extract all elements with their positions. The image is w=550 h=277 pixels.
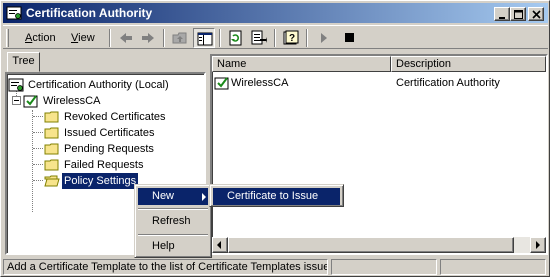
maximize-icon	[514, 10, 523, 19]
forward-icon	[142, 33, 154, 43]
back-icon	[120, 33, 132, 43]
menu-separator	[138, 234, 208, 236]
list-header: Name Description	[212, 56, 546, 72]
submenu: Certificate to Issue	[209, 184, 344, 207]
list-item-description: Certification Authority	[396, 77, 500, 89]
close-icon	[532, 10, 541, 19]
tree-ca-label: WirelessCA	[43, 95, 101, 107]
toolbar-separator	[219, 29, 221, 47]
help-icon: ?	[283, 30, 299, 45]
context-menu-help-label: Help	[152, 240, 175, 252]
context-menu-new-label: New	[152, 190, 175, 202]
show-hide-tree-button[interactable]	[193, 28, 215, 48]
context-menu-refresh-label: Refresh	[152, 215, 191, 227]
scroll-left-icon	[217, 241, 221, 249]
menu-view[interactable]: View	[69, 30, 97, 46]
toolbar-separator	[109, 29, 111, 47]
submenu-item-certificate-to-issue[interactable]: Certificate to Issue	[213, 188, 340, 205]
scroll-right-button[interactable]	[530, 237, 546, 253]
context-menu-item-refresh[interactable]: Refresh	[138, 213, 208, 230]
folder-icon	[44, 141, 60, 157]
stop-service-button[interactable]	[339, 28, 361, 48]
folder-icon	[44, 157, 60, 173]
certification-authority-icon	[6, 5, 22, 21]
tab-tree[interactable]: Tree	[7, 52, 40, 72]
ca-server-check-icon	[23, 93, 39, 109]
toolbar-separator	[306, 29, 308, 47]
tree-root-label: Certification Authority (Local)	[28, 79, 169, 91]
tree-connector	[33, 116, 43, 117]
title-bar[interactable]: Certification Authority	[3, 3, 548, 23]
context-menu: New Refresh Help	[134, 184, 212, 258]
mmc-window: Certification Authority Action View ? Tr…	[0, 0, 550, 277]
submenu-arrow-icon	[202, 193, 206, 201]
toolbar-separator	[274, 29, 276, 47]
tree-folder-label: Pending Requests	[64, 143, 154, 155]
tree-folder-label: Policy Settings	[60, 172, 140, 190]
menu-view-rest: iew	[78, 32, 95, 44]
start-service-button[interactable]	[313, 28, 335, 48]
scroll-left-button[interactable]	[212, 237, 228, 253]
status-panel-3	[440, 259, 546, 275]
up-one-level-button[interactable]	[169, 28, 191, 48]
folder-icon	[44, 109, 60, 125]
tree-connector	[32, 110, 33, 212]
tree-folder-label: Issued Certificates	[64, 127, 155, 139]
export-list-icon	[251, 30, 267, 45]
menu-separator	[138, 208, 208, 210]
refresh-icon	[229, 30, 242, 46]
certification-authority-icon	[8, 77, 24, 93]
close-button[interactable]	[528, 7, 544, 21]
export-list-button[interactable]	[248, 28, 270, 48]
toolbar: Action View ?	[3, 25, 548, 49]
submenu-item-label: Certificate to Issue	[227, 190, 319, 202]
forward-button[interactable]	[137, 28, 159, 48]
up-folder-icon	[172, 32, 187, 44]
folder-icon	[44, 125, 60, 141]
toolbar-grip[interactable]	[6, 29, 9, 47]
menu-action[interactable]: Action	[23, 30, 58, 46]
context-menu-item-help[interactable]: Help	[138, 238, 208, 255]
menu-action-rest: ction	[32, 32, 56, 44]
stop-service-icon	[345, 33, 354, 42]
horizontal-scrollbar[interactable]	[212, 237, 546, 253]
status-panel-2	[331, 259, 437, 275]
column-header-name[interactable]: Name	[212, 56, 391, 72]
ca-server-check-icon	[214, 75, 230, 96]
back-button[interactable]	[115, 28, 137, 48]
scroll-right-icon	[536, 241, 540, 249]
tree-connector	[33, 164, 43, 165]
open-folder-icon	[44, 173, 60, 189]
tree-connector	[33, 180, 43, 181]
tree-folder-label: Failed Requests	[64, 159, 144, 171]
refresh-button[interactable]	[225, 28, 247, 48]
column-header-description[interactable]: Description	[391, 56, 546, 72]
minimize-icon	[499, 17, 505, 19]
list-pane[interactable]: Name Description WirelessCA Certificatio…	[210, 54, 548, 255]
tree-connector	[33, 148, 43, 149]
toolbar-separator	[163, 29, 165, 47]
scrollbar-thumb[interactable]	[228, 237, 514, 253]
tree-folder-label: Revoked Certificates	[64, 111, 166, 123]
tree-connector	[33, 132, 43, 133]
status-bar: Add a Certificate Template to the list o…	[3, 258, 548, 276]
list-item[interactable]: WirelessCA Certification Authority	[212, 75, 546, 91]
help-button[interactable]: ?	[280, 28, 302, 48]
svg-text:?: ?	[289, 33, 295, 44]
list-item-name: WirelessCA	[231, 77, 289, 89]
maximize-button[interactable]	[510, 7, 526, 21]
status-message: Add a Certificate Template to the list o…	[3, 259, 328, 275]
collapse-toggle[interactable]	[12, 96, 21, 105]
show-hide-tree-icon	[197, 32, 213, 46]
context-menu-item-new[interactable]: New	[138, 188, 208, 205]
start-service-icon	[321, 33, 327, 43]
window-title: Certification Authority	[26, 6, 153, 20]
minimize-button[interactable]	[494, 7, 510, 21]
